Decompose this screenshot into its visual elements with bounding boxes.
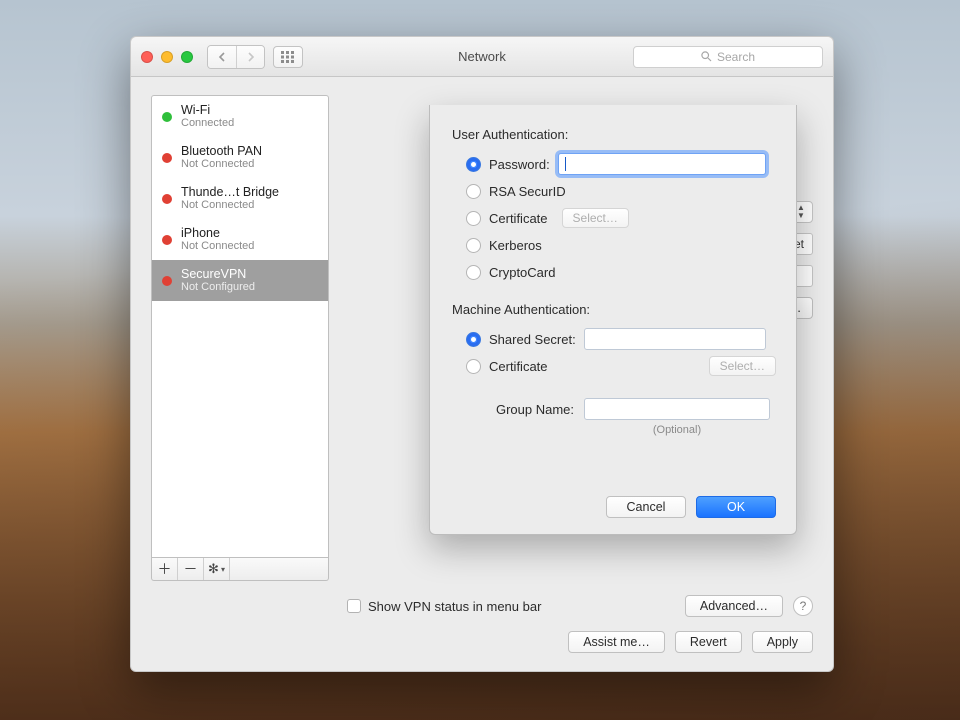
revert-button[interactable]: Revert [675,631,742,653]
radio-icon [466,157,481,172]
text-caret-icon [565,157,566,171]
window-footer: Assist me… Revert Apply [131,623,833,671]
radio-icon [466,332,481,347]
status-dot-icon [162,235,172,245]
detail-footer: Show VPN status in menu bar Advanced… ? [131,581,833,623]
search-placeholder: Search [717,50,755,64]
service-action-menu[interactable]: ✻ [204,558,230,580]
option-label: Certificate [489,211,548,226]
group-name-optional-hint: (Optional) [584,424,770,436]
show-all-button[interactable] [273,46,303,68]
radio-icon [466,265,481,280]
button-label: OK [727,500,745,514]
auth-settings-sheet: User Authentication: Password: RSA Secur… [429,105,797,535]
option-label: CryptoCard [489,265,555,280]
button-label: Advanced… [700,599,768,613]
group-name-input[interactable] [584,398,770,420]
advanced-button[interactable]: Advanced… [685,595,783,617]
service-name: SecureVPN [181,267,255,281]
sidebar-item-securevpn[interactable]: SecureVPN Not Configured [152,260,328,301]
sidebar-item-bluetooth-pan[interactable]: Bluetooth PAN Not Connected [152,137,328,178]
ok-button[interactable]: OK [696,496,776,518]
user-auth-option-rsa[interactable]: RSA SecurID [466,179,776,203]
service-status: Not Connected [181,158,262,171]
radio-icon [466,238,481,253]
minimize-icon[interactable] [161,51,173,63]
button-label: Apply [767,635,798,649]
cancel-button[interactable]: Cancel [606,496,686,518]
option-label: Certificate [489,359,548,374]
service-status: Not Configured [181,281,255,294]
window-titlebar: Network Search [131,37,833,77]
button-label: Select… [720,359,765,373]
search-input[interactable]: Search [633,46,823,68]
radio-icon [466,184,481,199]
sheet-button-row: Cancel OK [606,496,776,518]
option-label: Shared Secret: [489,332,576,347]
checkbox-label: Show VPN status in menu bar [368,599,541,614]
user-auth-option-password[interactable]: Password: [466,152,776,176]
back-button[interactable] [208,46,236,68]
password-input[interactable] [558,153,766,175]
machine-auth-heading: Machine Authentication: [452,302,776,317]
show-vpn-status-checkbox[interactable]: Show VPN status in menu bar [347,599,541,614]
service-name: Thunde…t Bridge [181,185,279,199]
service-status: Not Connected [181,240,254,253]
button-label: Select… [573,211,618,225]
sidebar-item-wifi[interactable]: Wi-Fi Connected [152,96,328,137]
forward-button[interactable] [236,46,264,68]
services-list[interactable]: Wi-Fi Connected Bluetooth PAN Not Connec… [151,95,329,558]
status-dot-icon [162,194,172,204]
status-dot-icon [162,153,172,163]
button-label: Cancel [627,500,666,514]
user-auth-heading: User Authentication: [452,127,776,142]
close-icon[interactable] [141,51,153,63]
service-status: Connected [181,117,234,130]
service-status: Not Connected [181,199,279,212]
apply-button[interactable]: Apply [752,631,813,653]
add-service-button[interactable]: ＋ [152,558,178,580]
group-name-label: Group Name: [452,402,574,417]
user-auth-option-cryptocard[interactable]: CryptoCard [466,260,776,284]
services-list-toolbar: ＋ － ✻ [151,558,329,581]
machine-auth-option-shared-secret[interactable]: Shared Secret: [466,327,776,351]
status-dot-icon [162,276,172,286]
option-label: Kerberos [489,238,542,253]
user-auth-option-certificate[interactable]: Certificate Select… [466,206,776,230]
assist-me-button[interactable]: Assist me… [568,631,665,653]
radio-icon [466,211,481,226]
service-name: Bluetooth PAN [181,144,262,158]
shared-secret-input[interactable] [584,328,766,350]
button-label: Assist me… [583,635,650,649]
group-name-row: Group Name: [452,398,776,420]
status-dot-icon [162,112,172,122]
zoom-icon[interactable] [181,51,193,63]
service-name: Wi-Fi [181,103,234,117]
sidebar-item-iphone[interactable]: iPhone Not Connected [152,219,328,260]
remove-service-button[interactable]: － [178,558,204,580]
machine-auth-option-certificate[interactable]: Certificate Select… [466,354,776,378]
radio-icon [466,359,481,374]
option-label: Password: [489,157,550,172]
traffic-lights [141,51,193,63]
back-forward-segment [207,45,265,69]
machine-cert-select-button: Select… [709,356,776,376]
checkbox-box-icon [347,599,361,613]
button-label: Revert [690,635,727,649]
user-cert-select-button: Select… [562,208,629,228]
network-prefs-window: Network Search Wi-Fi Connected [130,36,834,672]
user-auth-option-kerberos[interactable]: Kerberos [466,233,776,257]
help-button[interactable]: ? [793,596,813,616]
option-label: RSA SecurID [489,184,566,199]
service-name: iPhone [181,226,254,240]
services-sidebar: Wi-Fi Connected Bluetooth PAN Not Connec… [151,95,329,581]
sidebar-item-thunderbolt-bridge[interactable]: Thunde…t Bridge Not Connected [152,178,328,219]
